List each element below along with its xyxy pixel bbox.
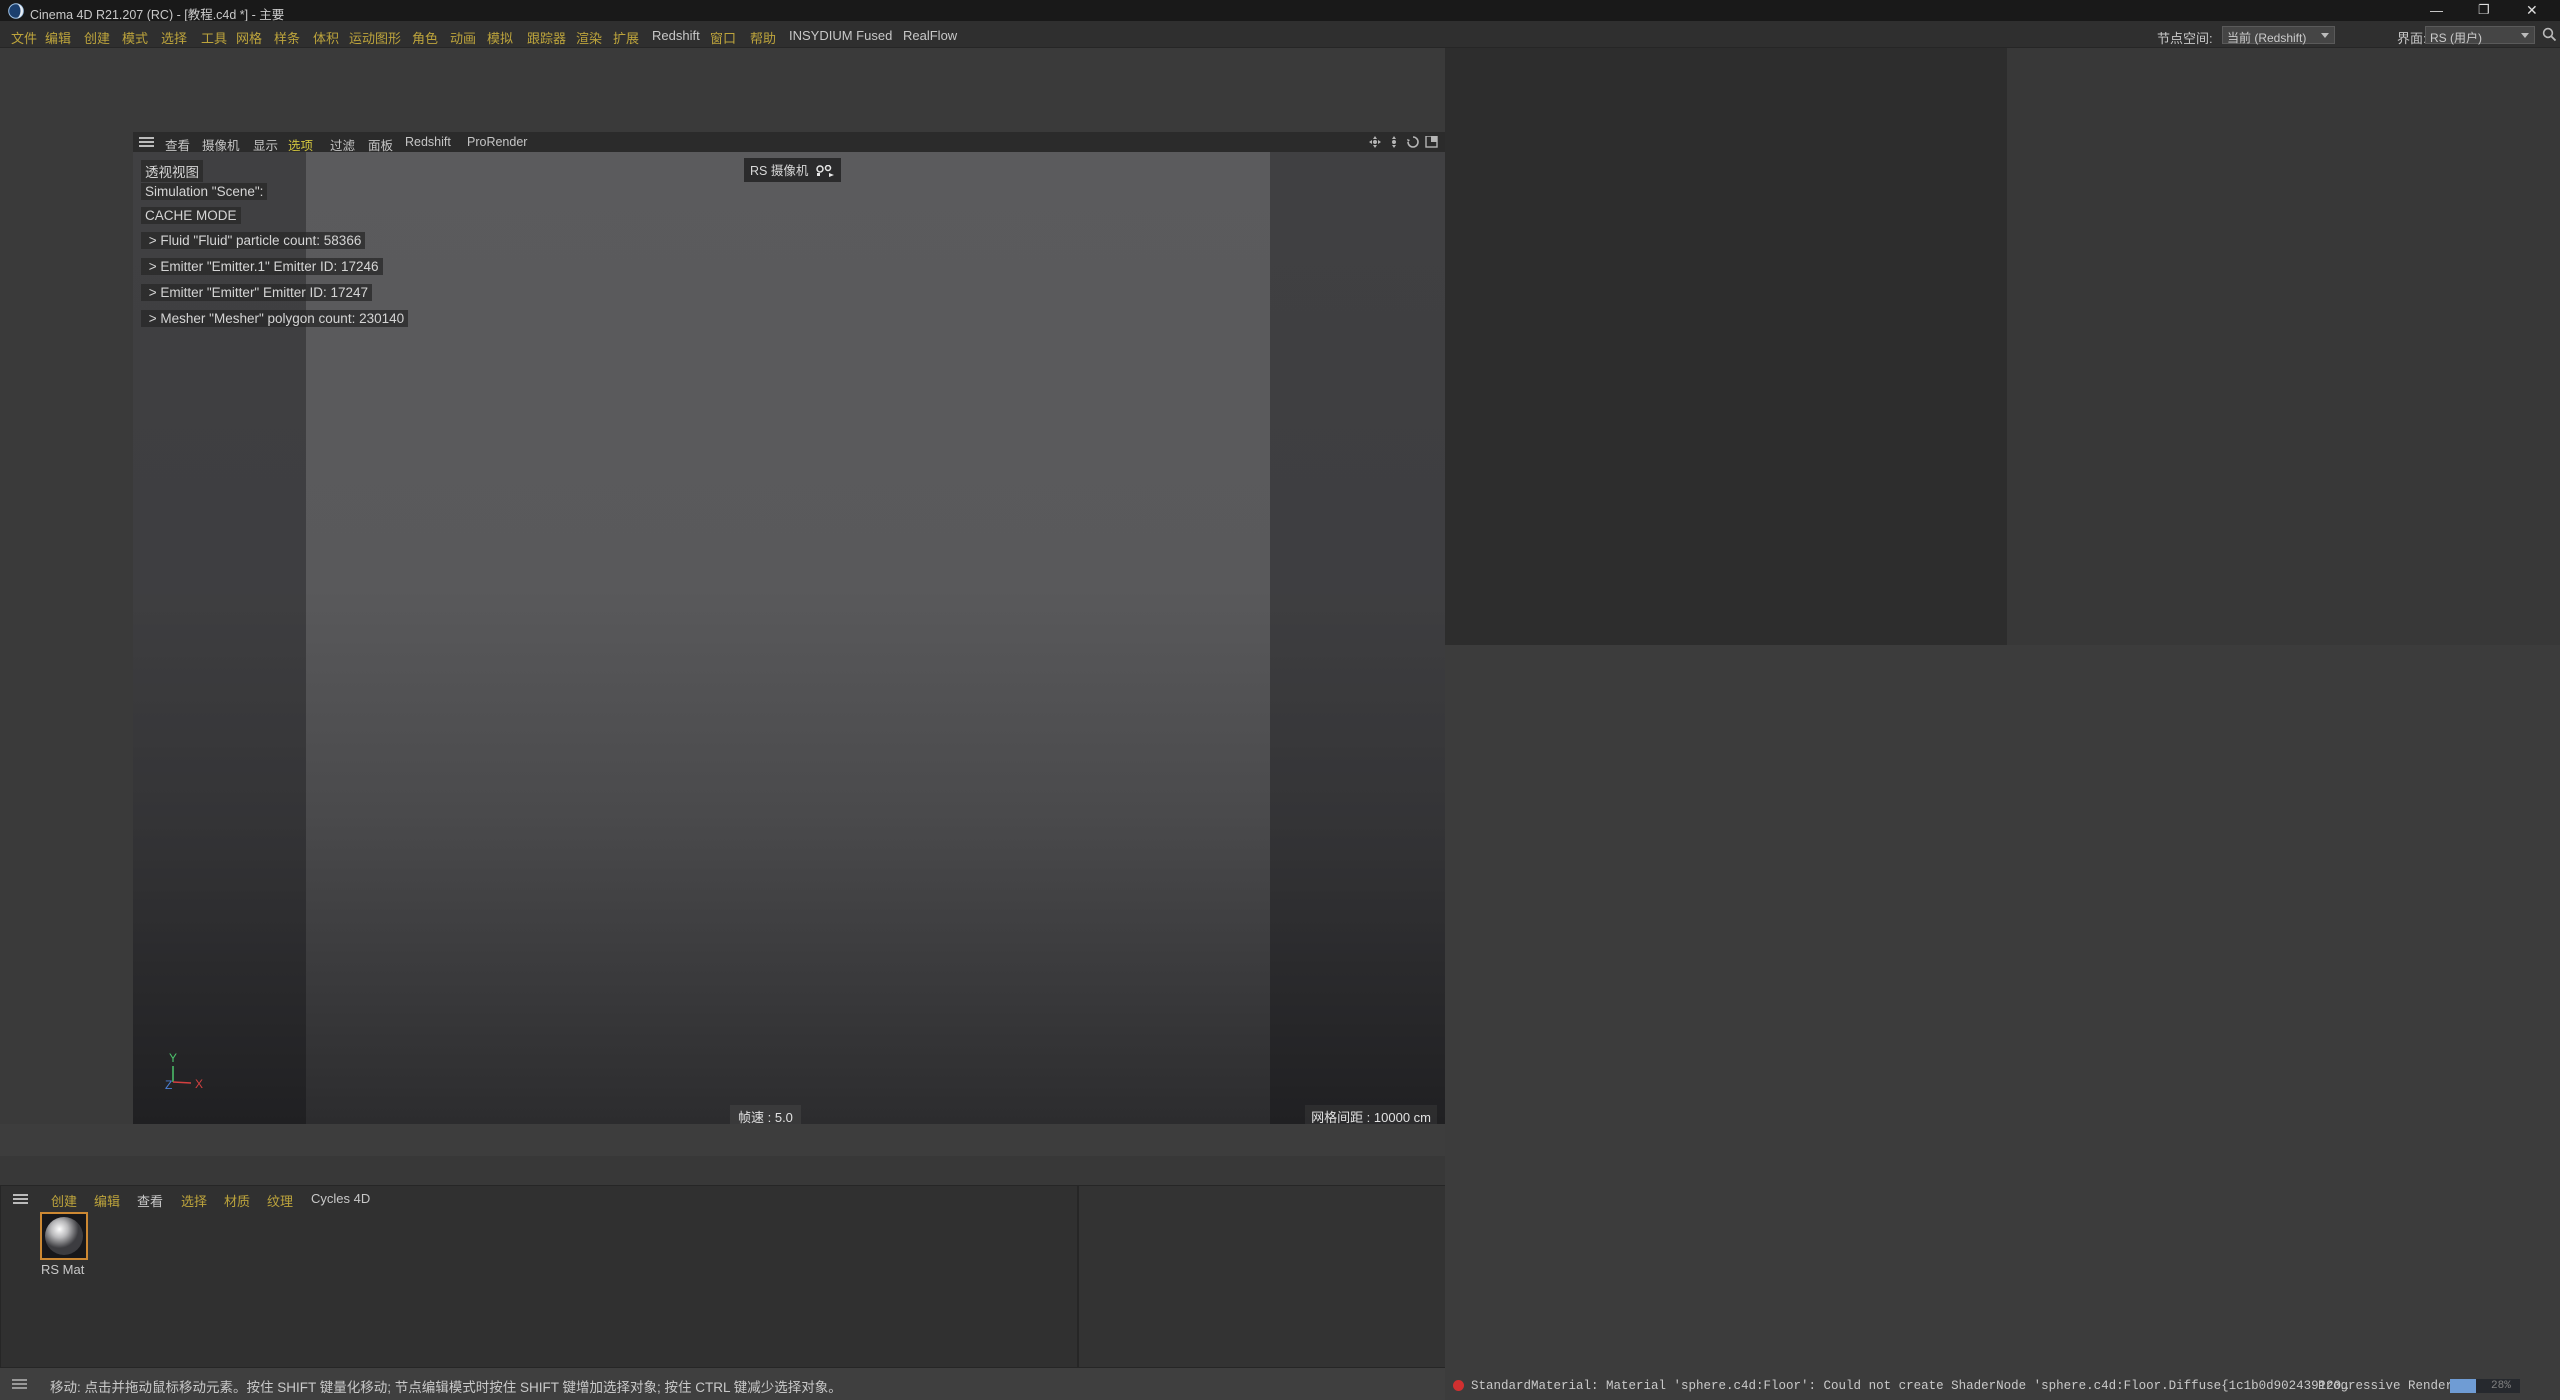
svg-text:Z: Z (165, 1078, 172, 1092)
svg-text:X: X (195, 1077, 203, 1091)
svg-text:Y: Y (169, 1051, 177, 1065)
